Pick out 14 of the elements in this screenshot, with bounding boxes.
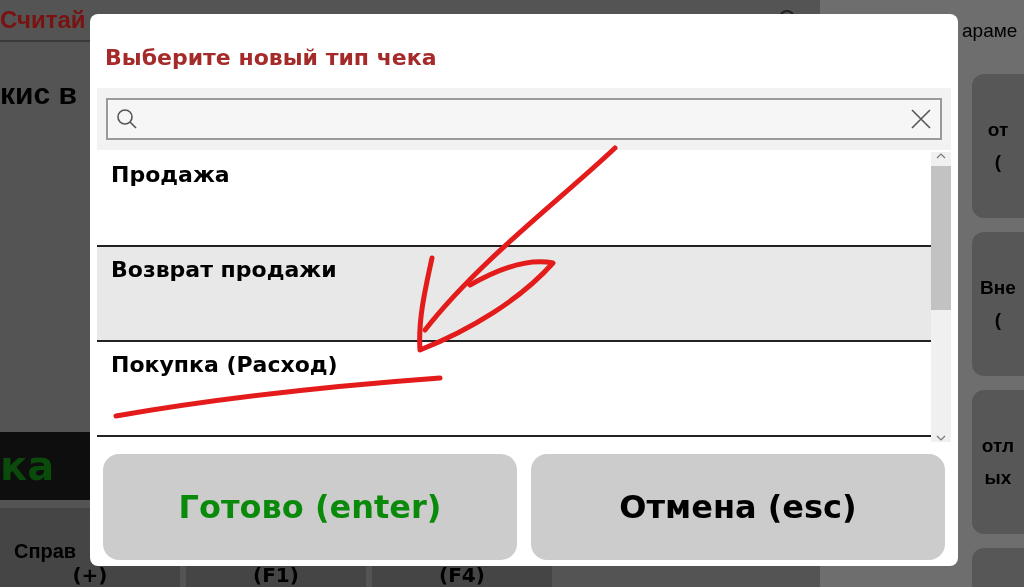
chevron-up-icon[interactable]: [936, 152, 946, 160]
search-field[interactable]: [106, 98, 942, 140]
banner-text: ка: [0, 443, 55, 489]
heading-text: кис в: [0, 76, 77, 112]
scroll-thumb[interactable]: [931, 166, 951, 310]
cancel-button[interactable]: Отмена (esc): [531, 454, 945, 560]
dialog-title: Выберите новый тип чека: [105, 44, 437, 72]
section-label: араме: [962, 20, 1018, 42]
close-icon[interactable]: [910, 108, 932, 130]
scrollbar[interactable]: [931, 152, 951, 442]
page-title: Считай: [0, 5, 86, 35]
list-item[interactable]: Возврат продажи: [97, 247, 931, 342]
chevron-down-icon[interactable]: [936, 434, 946, 442]
search-icon: [116, 108, 138, 130]
